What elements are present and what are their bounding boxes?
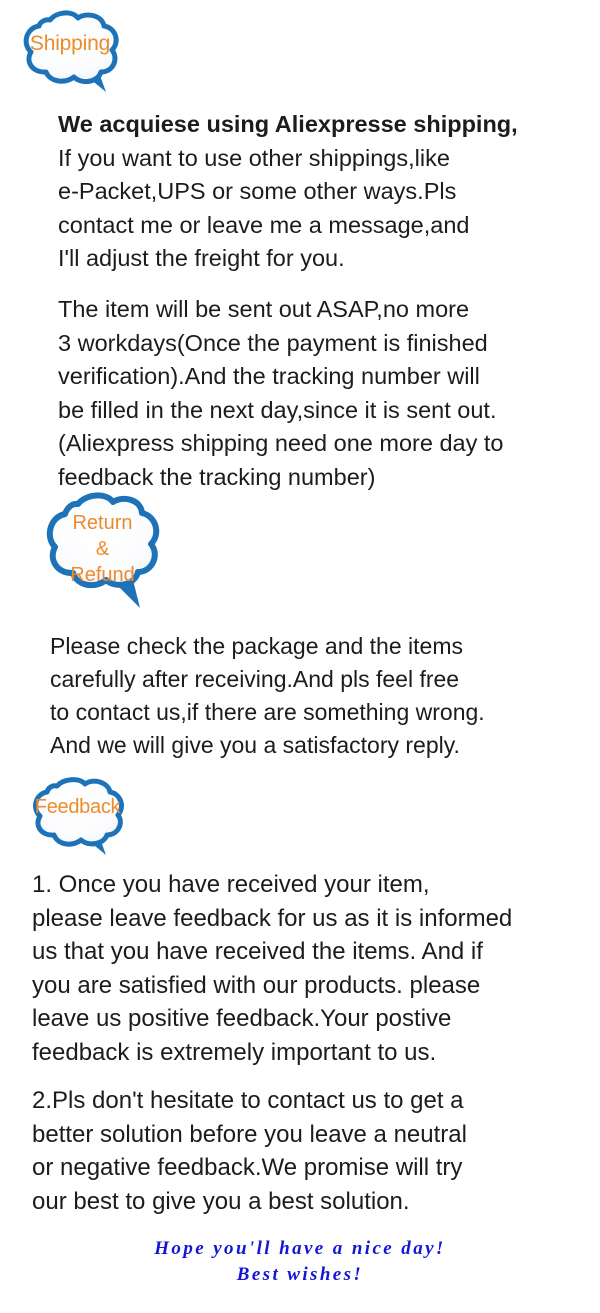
feedback-paragraph-1: 1. Once you have received your item, ple… — [32, 871, 513, 1066]
cloud-bubble-icon — [46, 492, 160, 608]
shipping-paragraph-1-body: If you want to use other shippings,like … — [58, 144, 470, 272]
closing-line-1: Hope you'll have a nice day! — [154, 1238, 446, 1259]
feedback-paragraph-2: 2.Pls don't hesitate to contact us to ge… — [32, 1087, 467, 1215]
cloud-bubble-icon — [23, 10, 119, 92]
shipping-paragraph-1-bold: We acquiese using Aliexpresse shipping, — [58, 111, 518, 137]
cloud-bubble-icon — [33, 777, 124, 855]
return-refund-paragraph: Please check the package and the items c… — [50, 633, 485, 758]
feedback-speech-bubble: Feedback — [24, 777, 131, 859]
shipping-policy-page: Shipping We acquiese using Aliexpresse s… — [0, 0, 600, 1313]
shipping-speech-bubble: Shipping — [14, 10, 126, 98]
shipping-paragraph-1: We acquiese using Aliexpresse shipping, … — [58, 108, 600, 276]
shipping-paragraph-2: The item will be sent out ASAP,no more 3… — [58, 296, 504, 490]
return-refund-speech-bubble: Return & Refund — [36, 492, 169, 614]
closing-line-2: Best wishes! — [236, 1264, 364, 1285]
